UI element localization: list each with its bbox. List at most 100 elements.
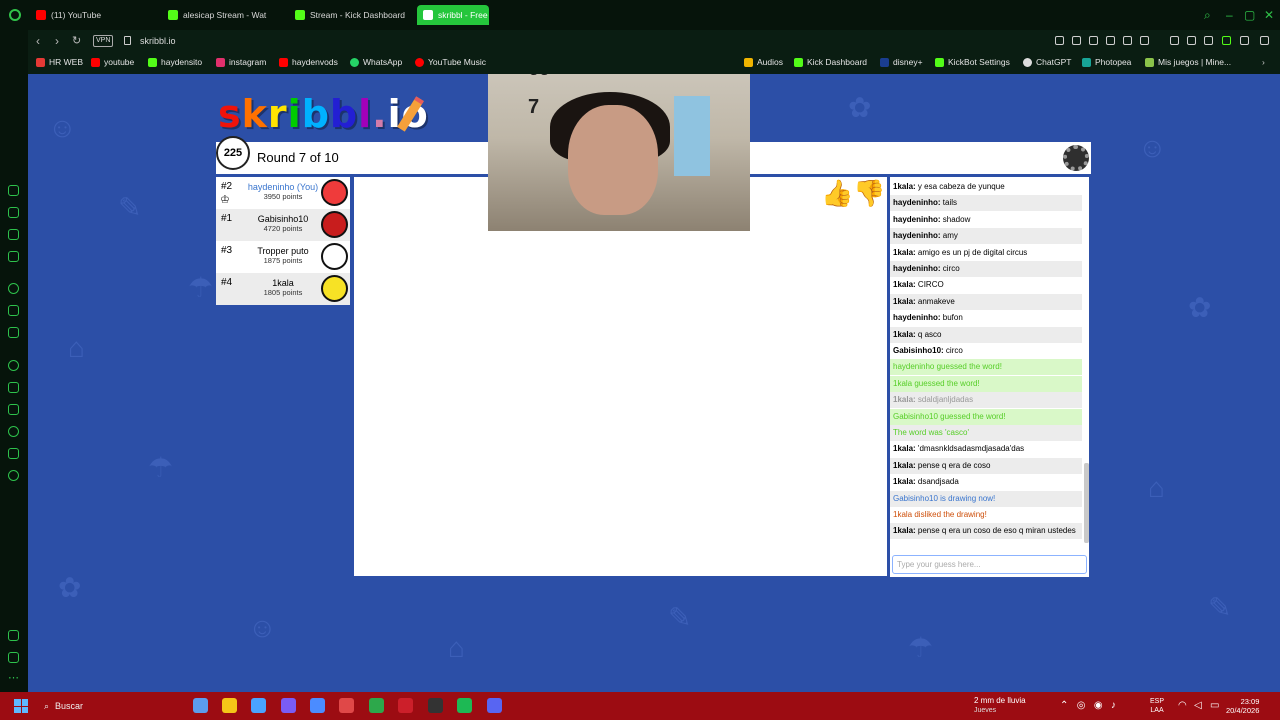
aria-icon[interactable]	[8, 207, 19, 218]
maximize-icon[interactable]: ▢	[1244, 8, 1255, 22]
extension-icon[interactable]	[1140, 36, 1149, 45]
tab-youtube[interactable]: (11) YouTube	[36, 6, 158, 24]
bookmark-kickbot-settings[interactable]: KickBot Settings	[935, 57, 1010, 67]
workspaces-icon[interactable]	[8, 382, 19, 393]
youtube-icon	[36, 10, 46, 20]
microphone-icon[interactable]: ♪	[1111, 700, 1116, 711]
messenger-icon[interactable]	[8, 185, 19, 196]
gx-corner-icon[interactable]	[8, 229, 19, 240]
whatsapp-icon[interactable]	[8, 283, 19, 294]
bookmark-youtube-music[interactable]: YouTube Music	[415, 57, 486, 67]
steam-icon[interactable]: ◉	[1094, 700, 1103, 711]
player-row[interactable]: #1 Gabisinho10 4720 points	[216, 209, 350, 241]
snapshot-icon[interactable]	[1072, 36, 1081, 45]
minimize-icon[interactable]: –	[1226, 8, 1233, 22]
language-code: ESP	[1150, 698, 1165, 705]
telegram-icon[interactable]	[8, 327, 19, 338]
pin-icon[interactable]	[8, 630, 19, 641]
player-rank: #3	[221, 245, 233, 256]
heart-icon[interactable]	[8, 404, 19, 415]
system-tray[interactable]: ⌃ ◎ ◉ ♪	[1060, 700, 1116, 711]
thumbs-down-icon[interactable]: 👎	[853, 179, 885, 207]
windows-start-icon[interactable]	[14, 699, 28, 713]
play-icon[interactable]	[1123, 36, 1132, 45]
bookmark-haydensito[interactable]: haydensito	[148, 57, 202, 67]
network-icon[interactable]: ◎	[1077, 700, 1086, 711]
taskbar-app-icon[interactable]	[369, 698, 384, 713]
bookmark-youtube[interactable]: youtube	[91, 57, 134, 67]
guess-input[interactable]	[892, 555, 1087, 574]
taskbar-app-icon[interactable]	[281, 698, 296, 713]
kick-extension-icon[interactable]	[1222, 36, 1231, 45]
search-icon[interactable]: ⌕	[1204, 8, 1211, 22]
battery-icon[interactable]: ▭	[1210, 700, 1219, 711]
menu-icon[interactable]	[1260, 36, 1269, 45]
lock-icon[interactable]	[124, 36, 131, 45]
taskbar-app-icon[interactable]	[428, 698, 443, 713]
bookmark-kick-dashboard[interactable]: Kick Dashboard	[794, 57, 867, 67]
tab-kick-dashboard[interactable]: Stream - Kick Dashboard	[295, 6, 413, 24]
bookmark-chatgpt[interactable]: ChatGPT	[1023, 57, 1071, 67]
taskbar-app-icon[interactable]	[398, 698, 413, 713]
download-icon[interactable]	[1106, 36, 1115, 45]
player-row[interactable]: #3 Tropper puto 1875 points	[216, 241, 350, 273]
bookmark-icon[interactable]	[1055, 36, 1064, 45]
tab-alesicap-stream[interactable]: alesicap Stream - Wat	[168, 6, 280, 24]
reload-icon[interactable]: ↻	[72, 34, 81, 48]
puzzle-icon[interactable]	[1204, 36, 1213, 45]
wifi-icon[interactable]: ◠	[1178, 700, 1187, 711]
chat-scrollbar[interactable]	[1084, 463, 1089, 543]
twitch-icon[interactable]	[8, 305, 19, 316]
taskbar-search[interactable]: ⌕ Buscar	[38, 696, 184, 716]
more-bookmarks-icon[interactable]: ›	[1262, 57, 1265, 67]
scarf-shape	[674, 96, 710, 176]
bookmark-haydenvods[interactable]: haydenvods	[279, 57, 338, 67]
gx-icon[interactable]	[8, 652, 19, 663]
more-icon[interactable]: ⋯	[8, 673, 19, 685]
taskbar-app-icon[interactable]	[251, 698, 266, 713]
close-icon[interactable]: ✕	[1264, 8, 1274, 22]
taskbar-app-icon[interactable]	[487, 698, 502, 713]
tab-skribbl[interactable]: skribbl - Free	[417, 5, 489, 25]
settings-gear-icon[interactable]	[1063, 145, 1089, 171]
browser-logo-icon[interactable]	[9, 9, 21, 21]
bookmark-mis-juegos[interactable]: Mis juegos | Mine...	[1145, 57, 1231, 67]
downloads-icon[interactable]	[1240, 36, 1249, 45]
shield-icon[interactable]	[1089, 36, 1098, 45]
chatgpt-extension-icon[interactable]	[1170, 36, 1179, 45]
taskbar-app-icon[interactable]	[310, 698, 325, 713]
weather-widget[interactable]: 2 mm de lluvia Jueves	[956, 696, 1026, 716]
taskbar-clock[interactable]: 23:09 20/4/2026	[1226, 697, 1259, 715]
settings-icon[interactable]	[8, 470, 19, 481]
music-icon[interactable]	[8, 251, 19, 262]
spotify-icon[interactable]	[8, 360, 19, 371]
vpn-badge[interactable]: VPN	[93, 35, 114, 47]
bookmark-instagram[interactable]: instagram	[216, 57, 266, 67]
chevron-up-icon[interactable]: ⌃	[1060, 700, 1068, 711]
weather-text: 2 mm de lluvia	[974, 696, 1026, 705]
taskbar-app-icon[interactable]	[339, 698, 354, 713]
history-icon[interactable]	[8, 426, 19, 437]
taskbar-app-icon[interactable]	[222, 698, 237, 713]
bookmark-whatsapp[interactable]: WhatsApp	[350, 57, 402, 67]
url-text[interactable]: skribbl.io	[140, 36, 176, 46]
volume-icon[interactable]: ◁	[1194, 700, 1202, 711]
extension-icon[interactable]	[1187, 36, 1196, 45]
forward-icon[interactable]: ›	[55, 34, 59, 48]
download-icon[interactable]	[8, 448, 19, 459]
bookmark-photopea[interactable]: Photopea	[1082, 57, 1131, 67]
bookmark-audios[interactable]: Audios	[744, 57, 783, 67]
chat-message: haydeninho: tails	[890, 195, 1082, 212]
bookmark-disney[interactable]: disney+	[880, 57, 923, 67]
taskbar-app-icon[interactable]	[193, 698, 208, 713]
drawing-canvas[interactable]: 👍 👎	[354, 177, 887, 576]
bookmark-hr-web[interactable]: HR WEB	[36, 57, 83, 67]
player-row[interactable]: #4 1kala 1805 points	[216, 273, 350, 305]
player-row[interactable]: #2 ♔ haydeninho (You) 3950 points	[216, 177, 350, 209]
back-icon[interactable]: ‹	[36, 34, 40, 48]
bookmark-label: WhatsApp	[363, 57, 403, 67]
language-indicator[interactable]: ESP LAA	[1150, 697, 1164, 715]
chat-message: Gabisinho10 is drawing now!	[890, 490, 1082, 507]
thumbs-up-icon[interactable]: 👍	[821, 179, 853, 207]
taskbar-app-icon[interactable]	[457, 698, 472, 713]
